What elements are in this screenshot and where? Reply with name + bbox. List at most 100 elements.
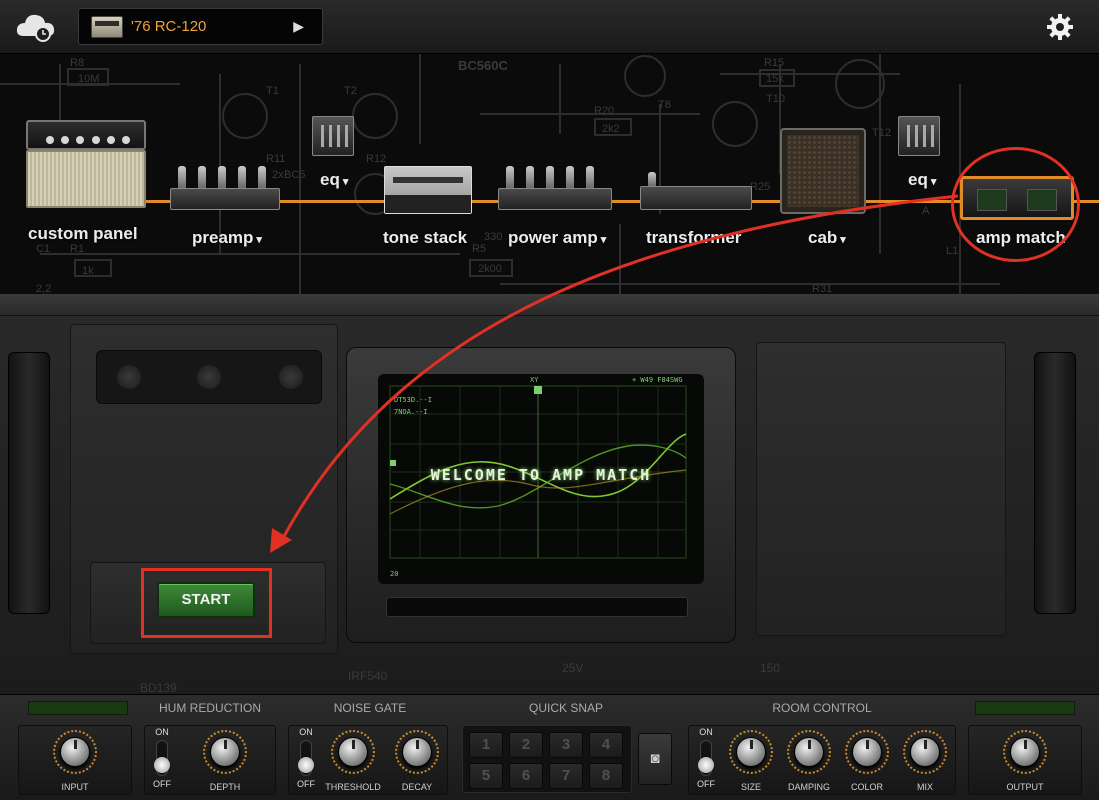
schematic-label: R25: [750, 181, 770, 193]
cloud-icon[interactable]: [14, 10, 58, 44]
chevron-down-icon: ▾: [840, 234, 846, 246]
schematic-label: T12: [872, 127, 891, 139]
scope-status-label: + W49 F84SWG: [632, 376, 683, 384]
amp-match-panel: XY + W49 F84SWG DT53D.--I 7NOA.--I 20 WE…: [0, 294, 1099, 694]
scope-axis-label: 20: [390, 570, 399, 578]
screen-slot: [386, 597, 688, 617]
eq-icon[interactable]: [898, 116, 940, 156]
start-button[interactable]: START: [157, 582, 255, 618]
depth-knob[interactable]: [210, 737, 240, 767]
module-label-eq[interactable]: eq ▾: [908, 170, 936, 190]
depth-knob-label: DEPTH: [209, 782, 241, 792]
next-arrow-icon[interactable]: ▶: [293, 18, 304, 35]
module-label-eq[interactable]: eq ▾: [320, 170, 348, 190]
snap-button-5[interactable]: 5: [469, 763, 503, 789]
vent-slot: [96, 350, 322, 404]
schematic-label: 2k00: [478, 263, 502, 275]
snap-button-4[interactable]: 4: [589, 732, 623, 758]
rack-handle-left: [8, 352, 50, 614]
signal-line: [145, 200, 1099, 203]
schematic-label: 10M: [78, 73, 99, 85]
chevron-down-icon: ▾: [256, 234, 262, 246]
schematic-label: R15: [764, 57, 784, 69]
right-plate: [756, 342, 1006, 636]
schematic-label: T2: [344, 85, 357, 97]
preset-selector[interactable]: '76 RC-120 ▶: [78, 8, 323, 45]
snap-button-2[interactable]: 2: [509, 732, 543, 758]
scope-readout: DT53D.--I: [394, 396, 432, 404]
control-bar: HUM REDUCTION NOISE GATE QUICK SNAP ROOM…: [0, 694, 1099, 800]
section-title-room-control: ROOM CONTROL: [772, 701, 872, 715]
schematic-label: R20: [594, 105, 614, 117]
transformer-icon[interactable]: [640, 172, 752, 212]
schematic-label: R8: [70, 57, 84, 69]
color-knob-label: COLOR: [850, 782, 883, 792]
output-knob[interactable]: [1010, 737, 1040, 767]
schematic-label: R5: [472, 243, 486, 255]
snap-button-6[interactable]: 6: [509, 763, 543, 789]
size-knob-label: SIZE: [740, 782, 761, 792]
schematic-label: A: [922, 205, 930, 217]
schematic-label: T8: [658, 99, 671, 111]
input-meter: [28, 701, 128, 715]
module-label-cab[interactable]: cab ▾: [808, 228, 846, 248]
decay-knob-label: DECAY: [401, 782, 433, 792]
mix-knob-label: MIX: [916, 782, 933, 792]
gear-icon[interactable]: [1045, 12, 1075, 42]
preamp-icon[interactable]: [170, 166, 280, 212]
schematic-label: T1: [266, 85, 279, 97]
section-title-noise-gate: NOISE GATE: [333, 701, 407, 715]
schematic-label: L1: [946, 245, 958, 257]
snap-button-8[interactable]: 8: [589, 763, 623, 789]
decay-knob[interactable]: [402, 737, 432, 767]
cab-icon[interactable]: [780, 128, 866, 214]
camera-icon[interactable]: ◙: [638, 733, 672, 785]
amp-match-icon[interactable]: [960, 176, 1074, 220]
threshold-knob[interactable]: [338, 737, 368, 767]
snap-button-3[interactable]: 3: [549, 732, 583, 758]
chevron-down-icon: ▾: [600, 234, 607, 246]
eq-icon[interactable]: [312, 116, 354, 156]
snap-button-7[interactable]: 7: [549, 763, 583, 789]
amp-thumbnail-icon: [91, 16, 123, 38]
chevron-down-icon: ▾: [930, 176, 937, 188]
custom-panel-amp-icon[interactable]: [26, 120, 146, 210]
output-meter: [975, 701, 1075, 715]
schematic-label: R12: [366, 153, 386, 165]
damping-knob[interactable]: [794, 737, 824, 767]
damping-knob-label: DAMPING: [787, 782, 830, 792]
color-knob[interactable]: [852, 737, 882, 767]
signal-chain: R8 10M T1 T2 BC560C T8 R20 2k2 R15 15k T…: [0, 54, 1099, 294]
schematic-label: 1k: [82, 265, 94, 277]
size-knob[interactable]: [736, 737, 766, 767]
threshold-knob-label: THRESHOLD: [325, 782, 381, 792]
power-amp-icon[interactable]: [498, 166, 612, 212]
top-bar: '76 RC-120 ▶: [0, 0, 1099, 54]
schematic-label: 2,2: [36, 283, 51, 294]
schematic-label: BC5: [284, 169, 305, 181]
schematic-label: R1: [70, 243, 84, 255]
section-title-hum-reduction: HUM REDUCTION: [159, 701, 261, 715]
input-knob-label: INPUT: [61, 782, 89, 792]
hum-reduction-switch[interactable]: ON OFF: [148, 725, 176, 789]
schematic-label: T10: [766, 93, 785, 105]
input-knob[interactable]: [60, 737, 90, 767]
module-label-preamp[interactable]: preamp ▾: [192, 228, 262, 248]
module-label-tone-stack[interactable]: tone stack: [383, 228, 467, 248]
tone-stack-icon[interactable]: [384, 166, 472, 214]
amp-grill: [26, 150, 146, 208]
schematic-label: BC560C: [458, 58, 508, 73]
schematic-label: R31: [812, 283, 832, 294]
amp-head: [26, 120, 146, 150]
scope-readout: 7NOA.--I: [394, 408, 428, 416]
room-control-switch[interactable]: ON OFF: [692, 725, 720, 789]
section-title-quick-snap: QUICK SNAP: [528, 701, 603, 715]
noise-gate-switch[interactable]: ON OFF: [292, 725, 320, 789]
mix-knob[interactable]: [910, 737, 940, 767]
schematic-label: 15k: [766, 73, 784, 85]
snap-button-1[interactable]: 1: [469, 732, 503, 758]
module-label-amp-match[interactable]: amp match: [976, 228, 1066, 248]
module-label-transformer[interactable]: transformer: [646, 228, 741, 248]
module-label-power-amp[interactable]: power amp ▾: [508, 228, 606, 248]
module-label-custom-panel[interactable]: custom panel: [28, 224, 138, 244]
